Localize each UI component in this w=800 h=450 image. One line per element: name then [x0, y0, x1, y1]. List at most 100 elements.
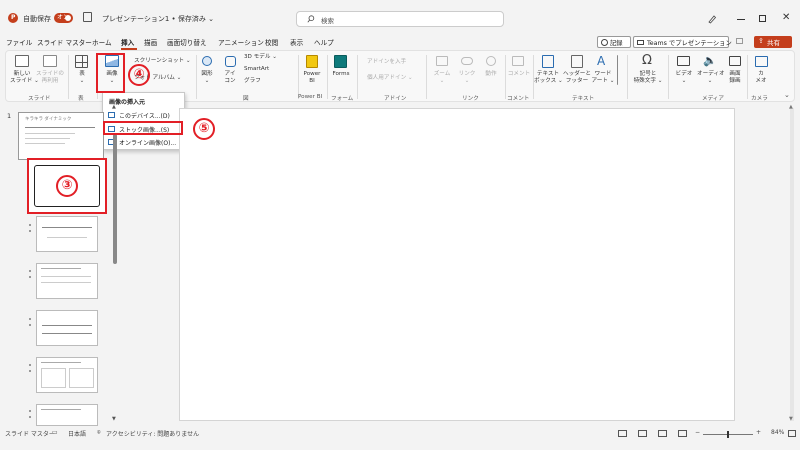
ribbon-collapse-icon[interactable]: ⌄ [784, 91, 790, 99]
zoom-button[interactable]: ズーム ⌄ [431, 71, 453, 85]
minimize-icon[interactable] [737, 19, 745, 20]
image-button-highlight [96, 53, 125, 93]
textbox-button[interactable]: テキスト ボックス ⌄ [534, 71, 563, 85]
group-illust-label: 図 [243, 96, 249, 102]
menu-bar: ファイル スライド マスター ホーム 挿入 描画 画面切り替え アニメーション … [0, 34, 800, 50]
comment-button[interactable]: コメント [507, 71, 531, 78]
reading-view-icon[interactable] [658, 430, 667, 437]
link-button[interactable]: リンク ⌄ [458, 71, 476, 85]
slide-canvas[interactable] [179, 108, 735, 421]
save-icon[interactable] [83, 12, 92, 22]
symbols-button[interactable]: 記号と 特殊文字 ⌄ [629, 71, 667, 85]
screen-record-button[interactable]: 画面 録画 [725, 71, 745, 85]
group-link-label: リンク [462, 96, 479, 102]
annotation-step-5: ⑤ [193, 118, 215, 140]
close-icon[interactable]: ✕ [782, 12, 790, 23]
scroll-down-icon[interactable]: ▼ [112, 416, 116, 422]
video-button[interactable]: ビデオ ⌄ [674, 71, 694, 85]
video-icon [677, 56, 690, 66]
scroll-up-icon[interactable]: ▲ [112, 104, 116, 110]
share-label: 共有 [767, 39, 780, 47]
shapes-button[interactable]: 図形 ⌄ [199, 71, 215, 85]
3d-models-button[interactable]: 3D モデル ⌄ [244, 54, 277, 61]
layout-thumb[interactable] [36, 310, 98, 346]
reuse-slide-button[interactable]: スライドの 再利用 [36, 71, 64, 85]
teams-icon [637, 40, 644, 45]
group-text-label: テキスト [572, 96, 595, 102]
record-button[interactable]: 記録 [597, 36, 631, 48]
search-icon [307, 15, 315, 23]
chart-button[interactable]: グラフ [244, 78, 261, 85]
status-language[interactable]: 日本語 [68, 429, 86, 438]
omega-icon: Ω [642, 53, 652, 68]
slideshow-icon[interactable] [678, 430, 687, 437]
forms-icon [334, 55, 347, 68]
header-footer-button[interactable]: ヘッダーと フッター [563, 71, 591, 85]
powerbi-button[interactable]: Power BI [300, 71, 324, 85]
pen-icon[interactable] [707, 14, 717, 24]
teams-label: Teams でプレゼンテーション [647, 40, 732, 47]
group-forms-label: フォーム [331, 96, 354, 102]
stock-images-highlight [103, 121, 183, 135]
tab-animations[interactable]: アニメーション [218, 37, 264, 47]
zoom-out-icon[interactable]: − [695, 429, 700, 436]
shapes-icon [202, 56, 212, 66]
annotation-step-4: ④ [128, 64, 150, 86]
scroll-up-icon[interactable]: ▲ [789, 104, 793, 110]
tab-file[interactable]: ファイル [6, 37, 32, 47]
group-media-label: メディア [702, 96, 724, 102]
wordart-button[interactable]: ワード アート ⌄ [590, 71, 616, 85]
canvas-scrollbar[interactable] [790, 108, 794, 421]
zoom-slider-handle[interactable] [727, 431, 729, 438]
smartart-button[interactable]: SmartArt [244, 66, 269, 73]
file-title[interactable]: プレゼンテーション1 • 保存済み ⌄ [102, 14, 214, 24]
layout-thumb[interactable] [36, 357, 98, 393]
group-table-label: 表 [78, 96, 84, 102]
normal-view-icon[interactable] [618, 430, 627, 437]
audio-button[interactable]: オーディオ ⌄ [697, 71, 725, 85]
table-icon [75, 55, 88, 68]
status-bar: スライド マスター ▭ 日本語 ⍟ アクセシビリティ: 問題ありません − + … [0, 427, 800, 441]
master-slide-thumb[interactable]: キラキラ ダイナミック [18, 112, 104, 160]
tab-review[interactable]: 校閲 [265, 37, 278, 47]
table-button[interactable]: 表 ⌄ [72, 71, 92, 85]
record-label: 記録 [610, 40, 623, 47]
tab-draw[interactable]: 描画 [144, 37, 157, 47]
icons-button[interactable]: アイ コン [220, 71, 240, 85]
layout-thumb[interactable] [36, 404, 98, 426]
status-accessibility[interactable]: アクセシビリティ: 問題ありません [106, 429, 199, 438]
share-button[interactable]: ⇪ 共有 [754, 36, 792, 48]
zoom-level[interactable]: 84% [771, 429, 784, 436]
fit-slide-icon[interactable] [788, 430, 796, 437]
restore-icon[interactable] [759, 15, 766, 22]
scroll-down-icon[interactable]: ▼ [789, 416, 793, 422]
tab-insert[interactable]: 挿入 [121, 37, 134, 47]
tab-help[interactable]: ヘルプ [314, 37, 334, 47]
zoom-in-icon[interactable]: + [756, 429, 761, 436]
layout-thumb[interactable] [36, 263, 98, 299]
tab-home[interactable]: ホーム [92, 37, 112, 47]
teams-present-button[interactable]: Teams でプレゼンテーション [633, 36, 732, 48]
group-slide-label: スライド [28, 96, 51, 102]
thumbnail-scrollbar[interactable] [113, 134, 117, 264]
icons-icon [225, 56, 236, 67]
autosave-toggle[interactable]: オン [54, 13, 73, 23]
forms-button[interactable]: Forms [330, 71, 352, 78]
slide-sorter-icon[interactable] [638, 430, 647, 437]
cameo-button[interactable]: カ メオ [751, 71, 771, 85]
tab-slide-master[interactable]: スライド マスター [37, 37, 92, 47]
layout-thumb[interactable] [36, 216, 98, 252]
zoom-icon [436, 56, 448, 66]
comment-icon [512, 56, 524, 66]
search-input[interactable]: 検索 [296, 11, 504, 27]
header-footer-icon [571, 55, 583, 68]
my-addins-button[interactable]: 個人用アドイン ⌄ [367, 75, 413, 82]
tab-view[interactable]: 表示 [290, 37, 303, 47]
tab-transitions[interactable]: 画面切り替え [167, 37, 207, 47]
comments-icon[interactable] [736, 38, 743, 44]
screen-record-icon [729, 56, 741, 66]
new-slide-button[interactable]: 新しい スライド ⌄ [10, 71, 39, 85]
share-icon: ⇪ [758, 37, 764, 45]
get-addins-button[interactable]: アドインを入手 [367, 59, 406, 66]
action-button[interactable]: 動作 [482, 71, 500, 78]
